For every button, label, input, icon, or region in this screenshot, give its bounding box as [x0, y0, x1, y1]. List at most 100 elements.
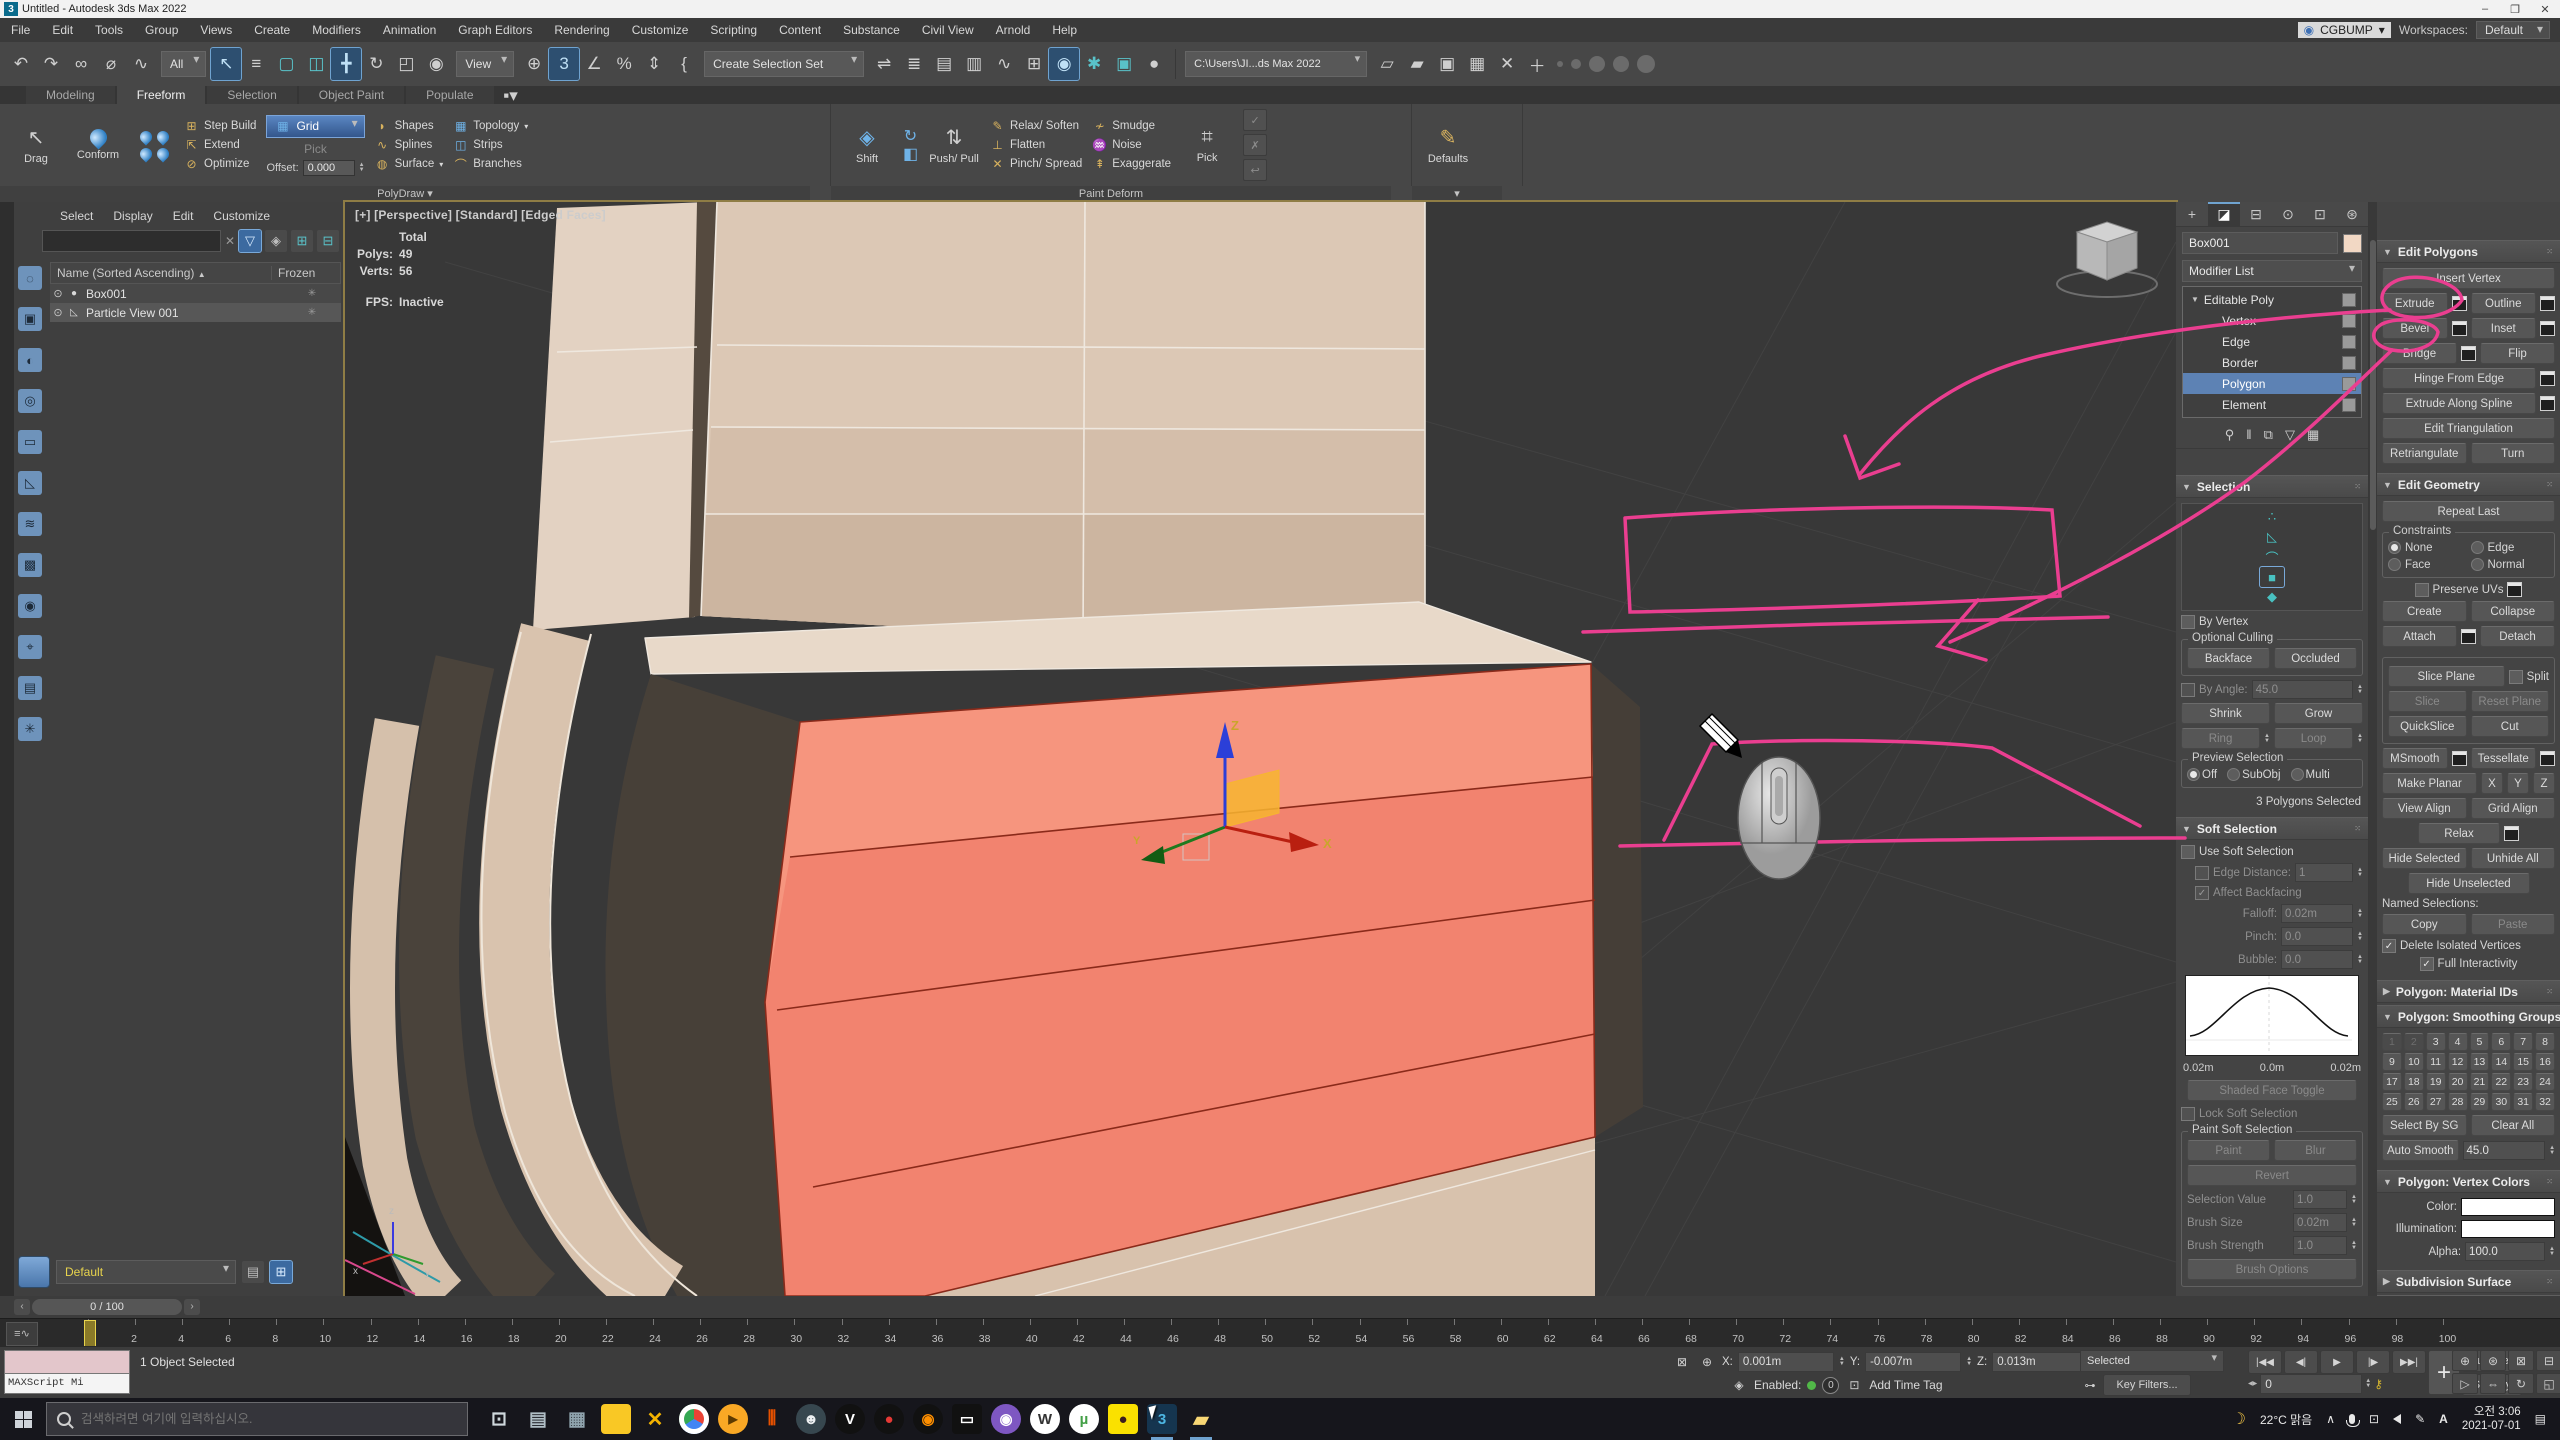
ring-button[interactable]: Ring [2181, 728, 2260, 749]
extrude-button[interactable]: Extrude [2382, 293, 2448, 314]
stack-toggle-icon[interactable] [2342, 335, 2356, 349]
step-build-button[interactable]: ⊞Step Build [184, 119, 256, 134]
align-icon[interactable]: ≣ [899, 48, 929, 80]
viewport-canvas[interactable]: Z X Y x y z [345, 202, 2176, 1296]
go-to-end-button[interactable]: ▶▶| [2392, 1350, 2426, 1374]
onenote-icon[interactable]: ▤ [523, 1404, 553, 1434]
next-frame-button[interactable]: |▶ [2356, 1350, 2390, 1374]
brush-options-button[interactable]: Brush Options [2187, 1259, 2357, 1280]
undo-icon[interactable]: ↶ [6, 48, 36, 80]
scene-search-input[interactable] [42, 230, 221, 252]
ribbon-tab-object-paint[interactable]: Object Paint [299, 86, 404, 104]
menu-civil-view[interactable]: Civil View [911, 23, 985, 37]
frozen-toggle-icon[interactable]: ✳ [283, 288, 341, 299]
filter-shapes-icon[interactable]: ◐ [18, 348, 42, 372]
next-frame-arrow[interactable]: › [184, 1299, 200, 1315]
toggle-ribbon-icon[interactable]: ▥ [959, 48, 989, 80]
relax-soften-button[interactable]: ✎Relax/ Soften [990, 119, 1082, 134]
optimize-button[interactable]: ⊘Optimize [184, 157, 256, 172]
visibility-eye-icon[interactable]: ⊙ [50, 287, 66, 300]
select-and-rotate-icon[interactable]: ↻ [361, 48, 391, 80]
conform-relax-icon[interactable] [154, 145, 171, 162]
brush-strength-field[interactable]: 1.0 [2293, 1236, 2347, 1255]
quickslice-button[interactable]: QuickSlice [2388, 716, 2467, 737]
mirror-icon[interactable]: ⇌ [869, 48, 899, 80]
key-filters-button[interactable]: Key Filters... [2103, 1374, 2191, 1396]
scene-row-box001[interactable]: ⊙ ● Box001 ✳ [50, 284, 341, 303]
zoom-extents-icon[interactable]: ⊠ [2508, 1350, 2534, 1371]
ribbon-tab-modeling[interactable]: Modeling [26, 86, 115, 104]
search-input[interactable] [79, 1411, 423, 1427]
expand-tree-icon[interactable]: ⊞ [291, 230, 313, 252]
strips-button[interactable]: ◫Strips [453, 138, 528, 153]
minimize-button[interactable]: – [2470, 3, 2500, 16]
filter-bones-icon[interactable]: ⌖ [18, 635, 42, 659]
kakaotalk-icon[interactable]: ● [1108, 1404, 1138, 1434]
purple-app-icon[interactable]: ◉ [991, 1404, 1021, 1434]
menu-content[interactable]: Content [768, 23, 832, 37]
stack-element[interactable]: Element [2183, 394, 2361, 415]
scissors-icon[interactable]: ✕ [1492, 48, 1522, 80]
stack-toggle-icon[interactable] [2342, 377, 2356, 391]
make-planar-button[interactable]: Make Planar [2382, 773, 2477, 794]
x-coordinate-field[interactable]: 0.001m [1738, 1352, 1834, 1372]
explorer-menu-display[interactable]: Display [103, 209, 162, 223]
angle-snap-icon[interactable]: ∠ [579, 48, 609, 80]
menu-graph-editors[interactable]: Graph Editors [447, 23, 543, 37]
shaded-face-toggle-button[interactable]: Shaded Face Toggle [2187, 1080, 2357, 1101]
display-icon[interactable]: ⊡ [2369, 1412, 2379, 1426]
zoom-all-icon[interactable]: ⊛ [2480, 1350, 2506, 1371]
save-scene-icon[interactable]: ▣ [1432, 48, 1462, 80]
explorer-menu-select[interactable]: Select [50, 209, 103, 223]
pick-deform-button[interactable]: ⌗Pick [1181, 126, 1233, 164]
frozen-column-header[interactable]: Frozen [271, 266, 340, 280]
cut-button[interactable]: Cut [2471, 716, 2550, 737]
bubble-field[interactable]: 0.0 [2281, 950, 2353, 969]
taskbar-search[interactable] [46, 1402, 468, 1436]
hide-unselected-button[interactable]: Hide Unselected [2408, 873, 2530, 894]
time-slider[interactable]: 0 / 100 [32, 1299, 182, 1315]
planar-z-button[interactable]: Z [2533, 773, 2555, 794]
contacts-app-icon[interactable]: ☻ [796, 1404, 826, 1434]
sticky-notes-icon[interactable] [601, 1404, 631, 1434]
menu-views[interactable]: Views [189, 23, 243, 37]
layers-icon[interactable]: ▤ [242, 1261, 264, 1283]
illumination-swatch[interactable] [2461, 1220, 2555, 1238]
unhide-all-button[interactable]: Unhide All [2471, 848, 2556, 869]
track-bar[interactable]: ≡∿ 0246810121416182022242628303234363840… [0, 1318, 2560, 1347]
delete-isolated-vertices-checkbox[interactable]: ✓ [2382, 939, 2396, 953]
offset-spinner[interactable]: ▲▼ [359, 163, 365, 173]
conform-rotate-icon[interactable] [154, 128, 171, 145]
key-selection-select[interactable]: Selected [2080, 1350, 2224, 1372]
by-angle-field[interactable]: 45.0 [2252, 680, 2353, 699]
z-coordinate-field[interactable]: 0.013m [1992, 1352, 2088, 1372]
defaults-button[interactable]: ✎Defaults [1422, 125, 1474, 165]
brush-size-field[interactable]: 0.02m [2293, 1213, 2347, 1232]
menu-scripting[interactable]: Scripting [699, 23, 768, 37]
zoom-region-icon[interactable]: ⊟ [2536, 1350, 2560, 1371]
shrink-button[interactable]: Shrink [2181, 703, 2270, 724]
outline-settings-icon[interactable] [2540, 296, 2555, 311]
pinch-field[interactable]: 0.0 [2281, 927, 2353, 946]
push-pull-button[interactable]: ⇅Push/ Pull [928, 125, 980, 165]
shift-button[interactable]: ◈Shift [841, 125, 893, 165]
blur-button[interactable]: Blur [2274, 1140, 2357, 1161]
menu-tools[interactable]: Tools [84, 23, 134, 37]
reset-plane-button[interactable]: Reset Plane [2471, 691, 2550, 712]
edit-named-selections-icon[interactable]: { [669, 48, 699, 80]
grow-button[interactable]: Grow [2274, 703, 2363, 724]
by-vertex-checkbox[interactable] [2181, 615, 2195, 629]
create-button[interactable]: Create [2382, 601, 2467, 622]
hide-selected-button[interactable]: Hide Selected [2382, 848, 2467, 869]
pinned-x-icon[interactable]: ✕ [640, 1404, 670, 1434]
maximize-button[interactable]: ❐ [2500, 3, 2530, 16]
mini-curve-editor-icon[interactable]: ≡∿ [6, 1322, 38, 1346]
edit-polygons-rollout-header[interactable]: ▼Edit Polygons⁙ [2377, 240, 2560, 263]
smudge-button[interactable]: ≁Smudge [1092, 119, 1171, 134]
grid-align-button[interactable]: Grid Align [2471, 798, 2556, 819]
outline-button[interactable]: Outline [2471, 293, 2537, 314]
polydraw-caption[interactable]: PolyDraw ▾ [0, 186, 810, 202]
repeat-last-button[interactable]: Repeat Last [2382, 501, 2555, 522]
filter-containers-icon[interactable]: ▤ [18, 676, 42, 700]
menu-arnold[interactable]: Arnold [985, 23, 1042, 37]
